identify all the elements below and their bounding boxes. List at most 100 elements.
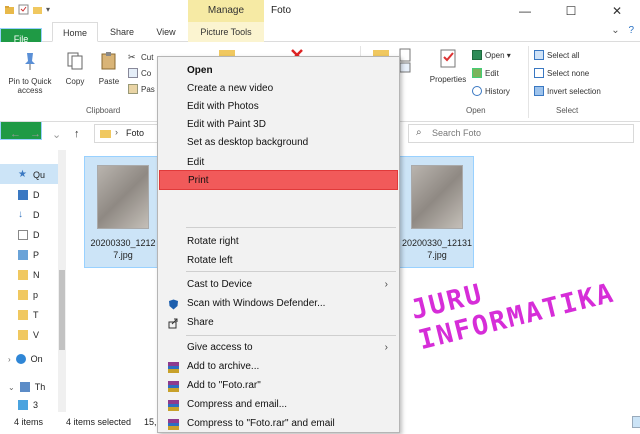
- close-button[interactable]: ✕: [594, 0, 640, 22]
- paste-shortcut-button[interactable]: Pas: [128, 82, 155, 96]
- properties-check-icon[interactable]: [18, 4, 29, 15]
- shield-icon: [169, 299, 178, 310]
- edit-button[interactable]: Edit: [472, 66, 499, 80]
- share-label: Share: [187, 317, 214, 328]
- copy-button[interactable]: Copy: [60, 50, 90, 86]
- file-item[interactable]: 20200330_1212 7.jpg: [84, 156, 160, 268]
- invert-selection-button[interactable]: Invert selection: [534, 84, 601, 98]
- menu-item-create-video[interactable]: Create a new video: [159, 79, 398, 99]
- nav-item-documents[interactable]: D: [18, 226, 40, 244]
- submenu-arrow-icon: ›: [384, 342, 388, 353]
- copy-path-button[interactable]: Co: [128, 66, 151, 80]
- properties-button[interactable]: Properties: [428, 48, 468, 84]
- open-dropdown-button[interactable]: Open ▾: [472, 48, 511, 62]
- menu-divider: [186, 335, 396, 336]
- chevron-right-icon: ›: [8, 354, 11, 364]
- cube-icon: [18, 400, 28, 410]
- menu-item-cast[interactable]: Cast to Device ›: [159, 275, 398, 295]
- nav-item-folder-t[interactable]: T: [18, 306, 39, 324]
- menu-item-set-background[interactable]: Set as desktop background: [159, 133, 398, 153]
- tab-picture-tools[interactable]: Picture Tools: [188, 22, 264, 42]
- breadcrumb-separator-icon: ›: [115, 127, 118, 137]
- select-none-button[interactable]: Select none: [534, 66, 589, 80]
- large-icons-view-icon[interactable]: [632, 416, 640, 428]
- menu-item-print[interactable]: Print: [159, 170, 398, 190]
- scrollbar-thumb[interactable]: [59, 270, 65, 350]
- folder-icon[interactable]: [4, 4, 15, 15]
- select-group-label: Select: [556, 106, 579, 115]
- folder-icon: [18, 290, 28, 300]
- breadcrumb-foto[interactable]: Foto: [126, 128, 144, 138]
- submenu-arrow-icon: ›: [384, 279, 388, 290]
- menu-item-give-access[interactable]: Give access to ›: [159, 338, 398, 358]
- nav-item-pictures[interactable]: P: [18, 246, 39, 264]
- menu-item-rotate-left[interactable]: Rotate left: [159, 251, 398, 271]
- paste-button[interactable]: Paste: [94, 50, 124, 86]
- nav-item-quick-access[interactable]: ★ Qu: [18, 166, 45, 184]
- menu-item-edit-photos[interactable]: Edit with Photos: [159, 97, 398, 117]
- back-icon[interactable]: ←: [10, 128, 21, 140]
- winrar-icon: [168, 362, 179, 373]
- nav-item-folder-n[interactable]: N: [18, 266, 40, 284]
- copy-label: Copy: [65, 77, 85, 86]
- select-all-button[interactable]: Select all: [534, 48, 579, 62]
- item-count: 4 items: [14, 417, 44, 427]
- nav-item-this-pc[interactable]: ⌄ Th: [8, 378, 45, 396]
- recent-dropdown-icon[interactable]: ⌄: [52, 128, 61, 141]
- nav-scrollbar[interactable]: [58, 150, 66, 412]
- menu-item-open[interactable]: Open: [159, 61, 398, 81]
- menu-item-add-rar[interactable]: Add to "Foto.rar": [159, 376, 398, 396]
- history-label: History: [485, 86, 510, 96]
- computer-icon: [19, 382, 30, 392]
- chevron-down-icon: ⌄: [8, 382, 15, 392]
- search-input[interactable]: Search Foto: [432, 128, 481, 138]
- help-icon[interactable]: ?: [628, 25, 634, 36]
- give-access-label: Give access to: [187, 342, 253, 353]
- share-icon: [168, 318, 178, 329]
- clipboard-group-label: Clipboard: [86, 106, 121, 115]
- menu-item-compress-email[interactable]: Compress and email...: [159, 395, 398, 415]
- selected-count: 4 items selected: [66, 417, 132, 427]
- scan-label: Scan with Windows Defender...: [187, 298, 326, 309]
- qat-dropdown-icon[interactable]: ▾: [46, 5, 50, 14]
- manage-tab[interactable]: Manage: [188, 0, 264, 22]
- file-item[interactable]: 20200330_12131 7.jpg: [398, 156, 474, 268]
- tab-home[interactable]: Home: [52, 22, 98, 42]
- nav-item-desktop[interactable]: D: [18, 186, 40, 204]
- maximize-button[interactable]: ☐: [548, 0, 594, 22]
- nav-item-onedrive[interactable]: › On: [8, 350, 43, 368]
- menu-item-compress-rar-email[interactable]: Compress to "Foto.rar" and email: [159, 414, 398, 434]
- forward-icon[interactable]: →: [30, 128, 41, 140]
- pictures-icon: [18, 250, 28, 260]
- menu-item-add-archive[interactable]: Add to archive...: [159, 357, 398, 377]
- tab-share[interactable]: Share: [104, 22, 140, 42]
- ribbon-expand-icon[interactable]: ⌄: [611, 25, 619, 36]
- invert-selection-icon: [534, 86, 544, 96]
- nav-item-folder-v[interactable]: V: [18, 326, 39, 344]
- title-bar: ▾ Manage Foto — ☐ ✕: [0, 0, 640, 22]
- nav-item-downloads[interactable]: ↓ D: [18, 206, 40, 224]
- cloud-icon: [15, 354, 26, 364]
- tab-view[interactable]: View: [150, 22, 182, 42]
- new-folder-icon[interactable]: [32, 4, 43, 15]
- menu-item-share[interactable]: Share: [159, 313, 398, 333]
- nav-label: D: [33, 210, 40, 220]
- up-icon[interactable]: ↑: [74, 128, 80, 140]
- file-thumbnail: [411, 165, 463, 229]
- cut-button[interactable]: ✂ Cut: [128, 50, 153, 64]
- menu-item-rotate-right[interactable]: Rotate right: [159, 232, 398, 252]
- invert-selection-label: Invert selection: [547, 86, 601, 96]
- nav-item-folder-p[interactable]: p: [18, 286, 38, 304]
- open-group-label: Open: [466, 106, 486, 115]
- desktop-icon: [18, 190, 28, 200]
- menu-item-scan-defender[interactable]: Scan with Windows Defender...: [159, 294, 398, 314]
- new-item-icon[interactable]: [398, 48, 414, 74]
- add-rar-label: Add to "Foto.rar": [187, 380, 261, 391]
- menu-item-edit-paint3d[interactable]: Edit with Paint 3D: [159, 115, 398, 135]
- pin-quick-access-button[interactable]: Pin to Quick access: [4, 50, 56, 95]
- copy-path-icon: [128, 68, 138, 78]
- pin-icon: [25, 53, 35, 70]
- compress-email-label: Compress and email...: [187, 399, 288, 410]
- minimize-button[interactable]: —: [502, 0, 548, 22]
- history-button[interactable]: History: [472, 84, 510, 98]
